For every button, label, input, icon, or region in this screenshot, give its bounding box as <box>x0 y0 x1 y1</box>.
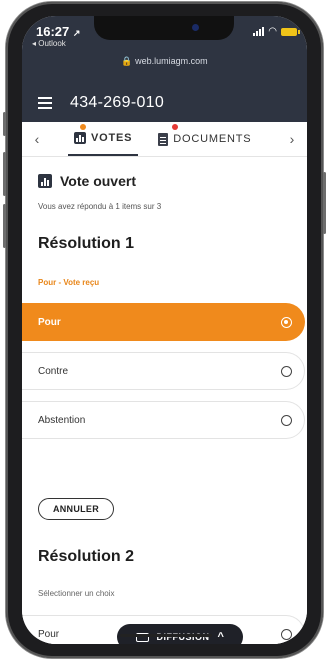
clock: 16:27 ↗ <box>36 24 80 39</box>
radio-icon <box>281 414 292 426</box>
back-to-app-link[interactable]: ◂ Outlook <box>32 39 66 48</box>
tab-documents-badge <box>172 124 179 130</box>
url-bar[interactable]: 🔒 web.lumiagm.com <box>22 56 307 67</box>
option-label: Pour <box>38 316 61 328</box>
tabs-next-icon[interactable]: › <box>277 131 307 147</box>
volume-up-button <box>3 152 6 196</box>
tab-bar: ‹ VOTES DOCUMENTS › <box>22 122 307 157</box>
chart-icon <box>74 132 86 144</box>
option-abstention[interactable]: Abstention <box>22 401 305 439</box>
chart-icon <box>38 174 52 188</box>
option-label: Pour <box>38 628 60 640</box>
vote-status: Pour - Vote reçu <box>38 278 100 287</box>
status-bar: 16:27 ↗ ◂ Outlook ◠ 🔒 web.lumiagm.com <box>22 16 307 84</box>
clock-time: 16:27 <box>36 24 70 39</box>
votes-panel: Vote ouvert Vous avez répondu à 1 items … <box>22 157 307 644</box>
lock-icon: 🔒 <box>121 56 133 66</box>
tab-votes-label: VOTES <box>91 132 133 144</box>
option-pour[interactable]: Pour <box>22 303 305 341</box>
tab-votes-badge <box>80 124 86 130</box>
menu-icon[interactable] <box>38 97 52 109</box>
option-contre[interactable]: Contre <box>22 352 305 390</box>
notch <box>94 16 234 40</box>
signal-icon <box>253 27 265 36</box>
tab-votes[interactable]: VOTES <box>68 122 139 156</box>
phone-frame: 16:27 ↗ ◂ Outlook ◠ 🔒 web.lumiagm.com 43… <box>3 2 326 658</box>
cancel-vote-button[interactable]: ANNULER <box>38 498 114 520</box>
tab-documents-label: DOCUMENTS <box>173 133 252 145</box>
document-icon <box>158 132 169 146</box>
tabs-prev-icon[interactable]: ‹ <box>22 131 52 147</box>
choice-hint: Sélectionner un choix <box>38 589 115 598</box>
option-label: Abstention <box>38 414 86 426</box>
radio-selected-icon <box>281 316 292 328</box>
progress-text: Vous avez répondu à 1 items sur 3 <box>38 202 162 211</box>
app-header: 434-269-010 <box>22 84 307 122</box>
radio-icon <box>281 628 292 640</box>
section-title: Vote ouvert <box>38 173 136 189</box>
wifi-icon: ◠ <box>268 26 277 37</box>
section-title-text: Vote ouvert <box>60 173 136 189</box>
volume-down-button <box>3 204 6 248</box>
chevron-up-icon: ^ <box>217 631 225 643</box>
option-label: Contre <box>38 365 69 377</box>
status-icons: ◠ <box>253 26 300 37</box>
location-arrow-icon: ↗ <box>72 28 81 38</box>
battery-icon <box>281 27 300 36</box>
resolution-title: Résolution 2 <box>38 548 135 565</box>
resolution-title: Résolution 1 <box>38 235 135 252</box>
screen: 16:27 ↗ ◂ Outlook ◠ 🔒 web.lumiagm.com 43… <box>22 16 307 644</box>
mute-switch <box>3 112 6 136</box>
home-indicator[interactable] <box>120 634 212 637</box>
meeting-id: 434-269-010 <box>70 94 165 111</box>
power-button <box>323 172 326 234</box>
front-camera <box>192 24 199 31</box>
url-text: web.lumiagm.com <box>135 56 208 66</box>
radio-icon <box>281 365 292 377</box>
tab-documents[interactable]: DOCUMENTS <box>152 122 257 156</box>
